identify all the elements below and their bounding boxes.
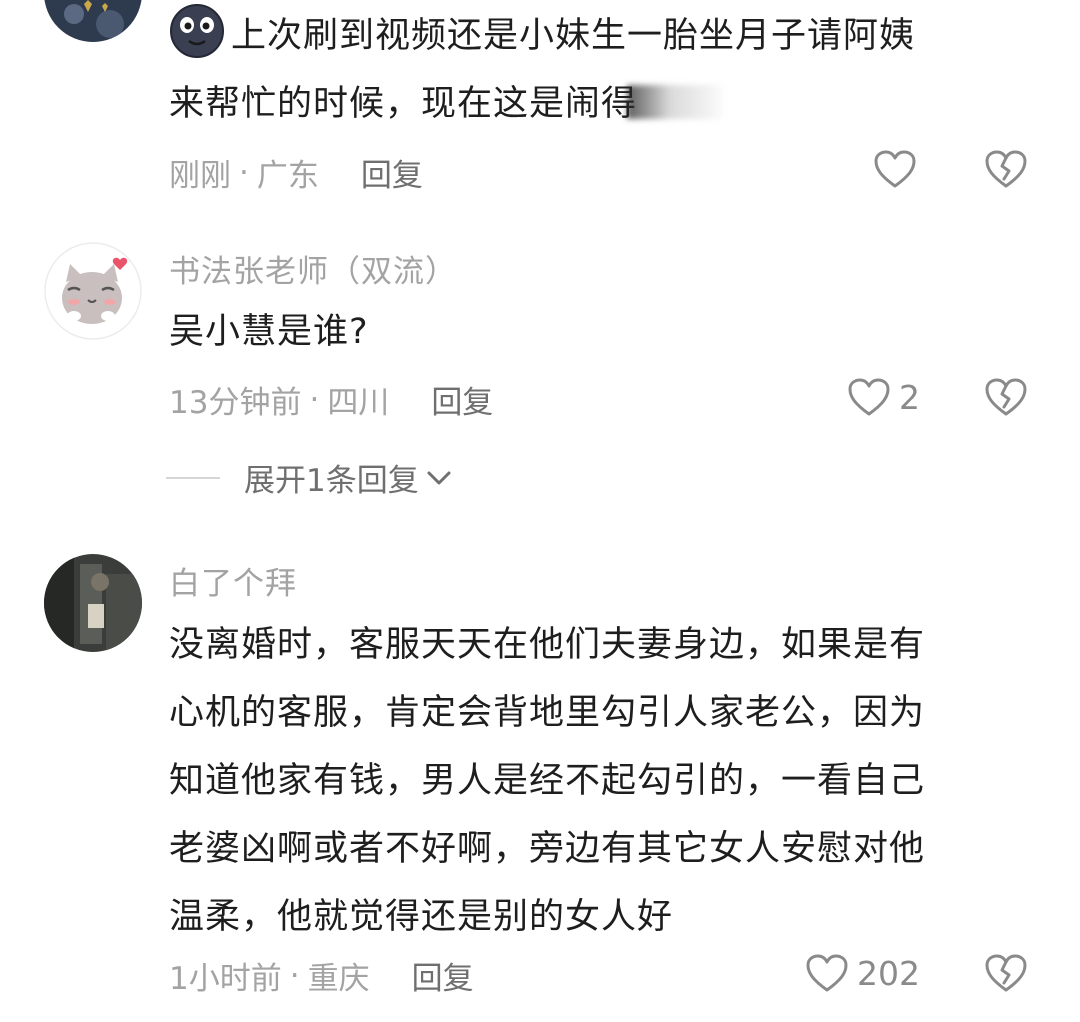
comment-text-line: 温柔，他就觉得还是别的女人好 <box>169 897 674 937</box>
expand-replies-button[interactable]: 展开1条回复 <box>166 455 453 500</box>
comment-time: 13分钟前 <box>169 385 302 421</box>
divider-line <box>166 476 220 479</box>
like-button[interactable] <box>873 149 917 189</box>
comment-time: 刚刚 <box>169 158 231 194</box>
comment-time: 1小时前 <box>169 961 282 997</box>
comment-meta: 刚刚 · 广东 回复 <box>169 150 423 195</box>
comment-meta: 13分钟前 · 四川 回复 <box>169 377 493 422</box>
comment-username[interactable]: 白了个拜 <box>169 558 297 603</box>
broken-heart-icon <box>984 149 1028 189</box>
broken-heart-icon <box>984 953 1028 993</box>
avatar[interactable] <box>44 0 142 42</box>
comment-username[interactable]: 书法张老师（双流） <box>169 246 457 291</box>
comment-text-line: 老婆凶啊或者不好啊，旁边有其它女人安慰对他 <box>169 829 926 869</box>
like-count: 2 <box>899 377 920 417</box>
comment-text-line: 心机的客服，肯定会背地里勾引人家老公，因为 <box>169 693 926 733</box>
blurred-text <box>627 85 724 119</box>
comment-text: 没离婚时，客服天天在他们夫妻身边，如果是有 心机的客服，肯定会背地里勾引人家老公… <box>169 611 1039 951</box>
comment-text-line: 上次刷到视频还是小妹生一胎坐月子请阿姨 <box>231 16 916 56</box>
meta-separator: · <box>239 154 249 191</box>
avatar[interactable] <box>44 554 142 652</box>
like-count: 202 <box>857 953 920 993</box>
dislike-button[interactable] <box>984 377 1028 417</box>
heart-outline-icon <box>873 149 917 189</box>
reply-button[interactable]: 回复 <box>412 953 474 998</box>
comment-text-line: 没离婚时，客服天天在他们夫妻身边，如果是有 <box>169 625 926 665</box>
comment-meta: 1小时前 · 重庆 回复 <box>169 953 474 998</box>
reply-button[interactable]: 回复 <box>431 377 493 422</box>
broken-heart-icon <box>984 377 1028 417</box>
meta-separator: · <box>289 957 300 994</box>
like-button[interactable]: 202 <box>805 953 920 993</box>
heart-outline-icon <box>805 953 849 993</box>
comment-location: 四川 <box>327 385 390 421</box>
comment-location: 重庆 <box>307 961 370 997</box>
comment-text-line: 来帮忙的时候，现在这是闹得 <box>169 84 638 124</box>
dislike-button[interactable] <box>984 149 1028 189</box>
smiling-face-emoji-icon <box>169 3 225 59</box>
expand-replies-label: 展开1条回复 <box>244 463 419 499</box>
comment-location: 广东 <box>256 158 319 194</box>
comment-text: 吴小慧是谁? <box>169 312 369 352</box>
meta-separator: · <box>309 381 320 418</box>
reply-button[interactable]: 回复 <box>361 150 423 195</box>
comment-text-line: 知道他家有钱，男人是经不起勾引的，一看自己 <box>169 761 926 801</box>
comment-text: 上次刷到视频还是小妹生一胎坐月子请阿姨 来帮忙的时候，现在这是闹得 <box>169 2 1039 138</box>
avatar[interactable] <box>44 242 142 340</box>
heart-outline-icon <box>847 377 891 417</box>
chevron-down-icon <box>419 468 453 488</box>
like-button[interactable]: 2 <box>847 377 920 417</box>
dislike-button[interactable] <box>984 953 1028 993</box>
